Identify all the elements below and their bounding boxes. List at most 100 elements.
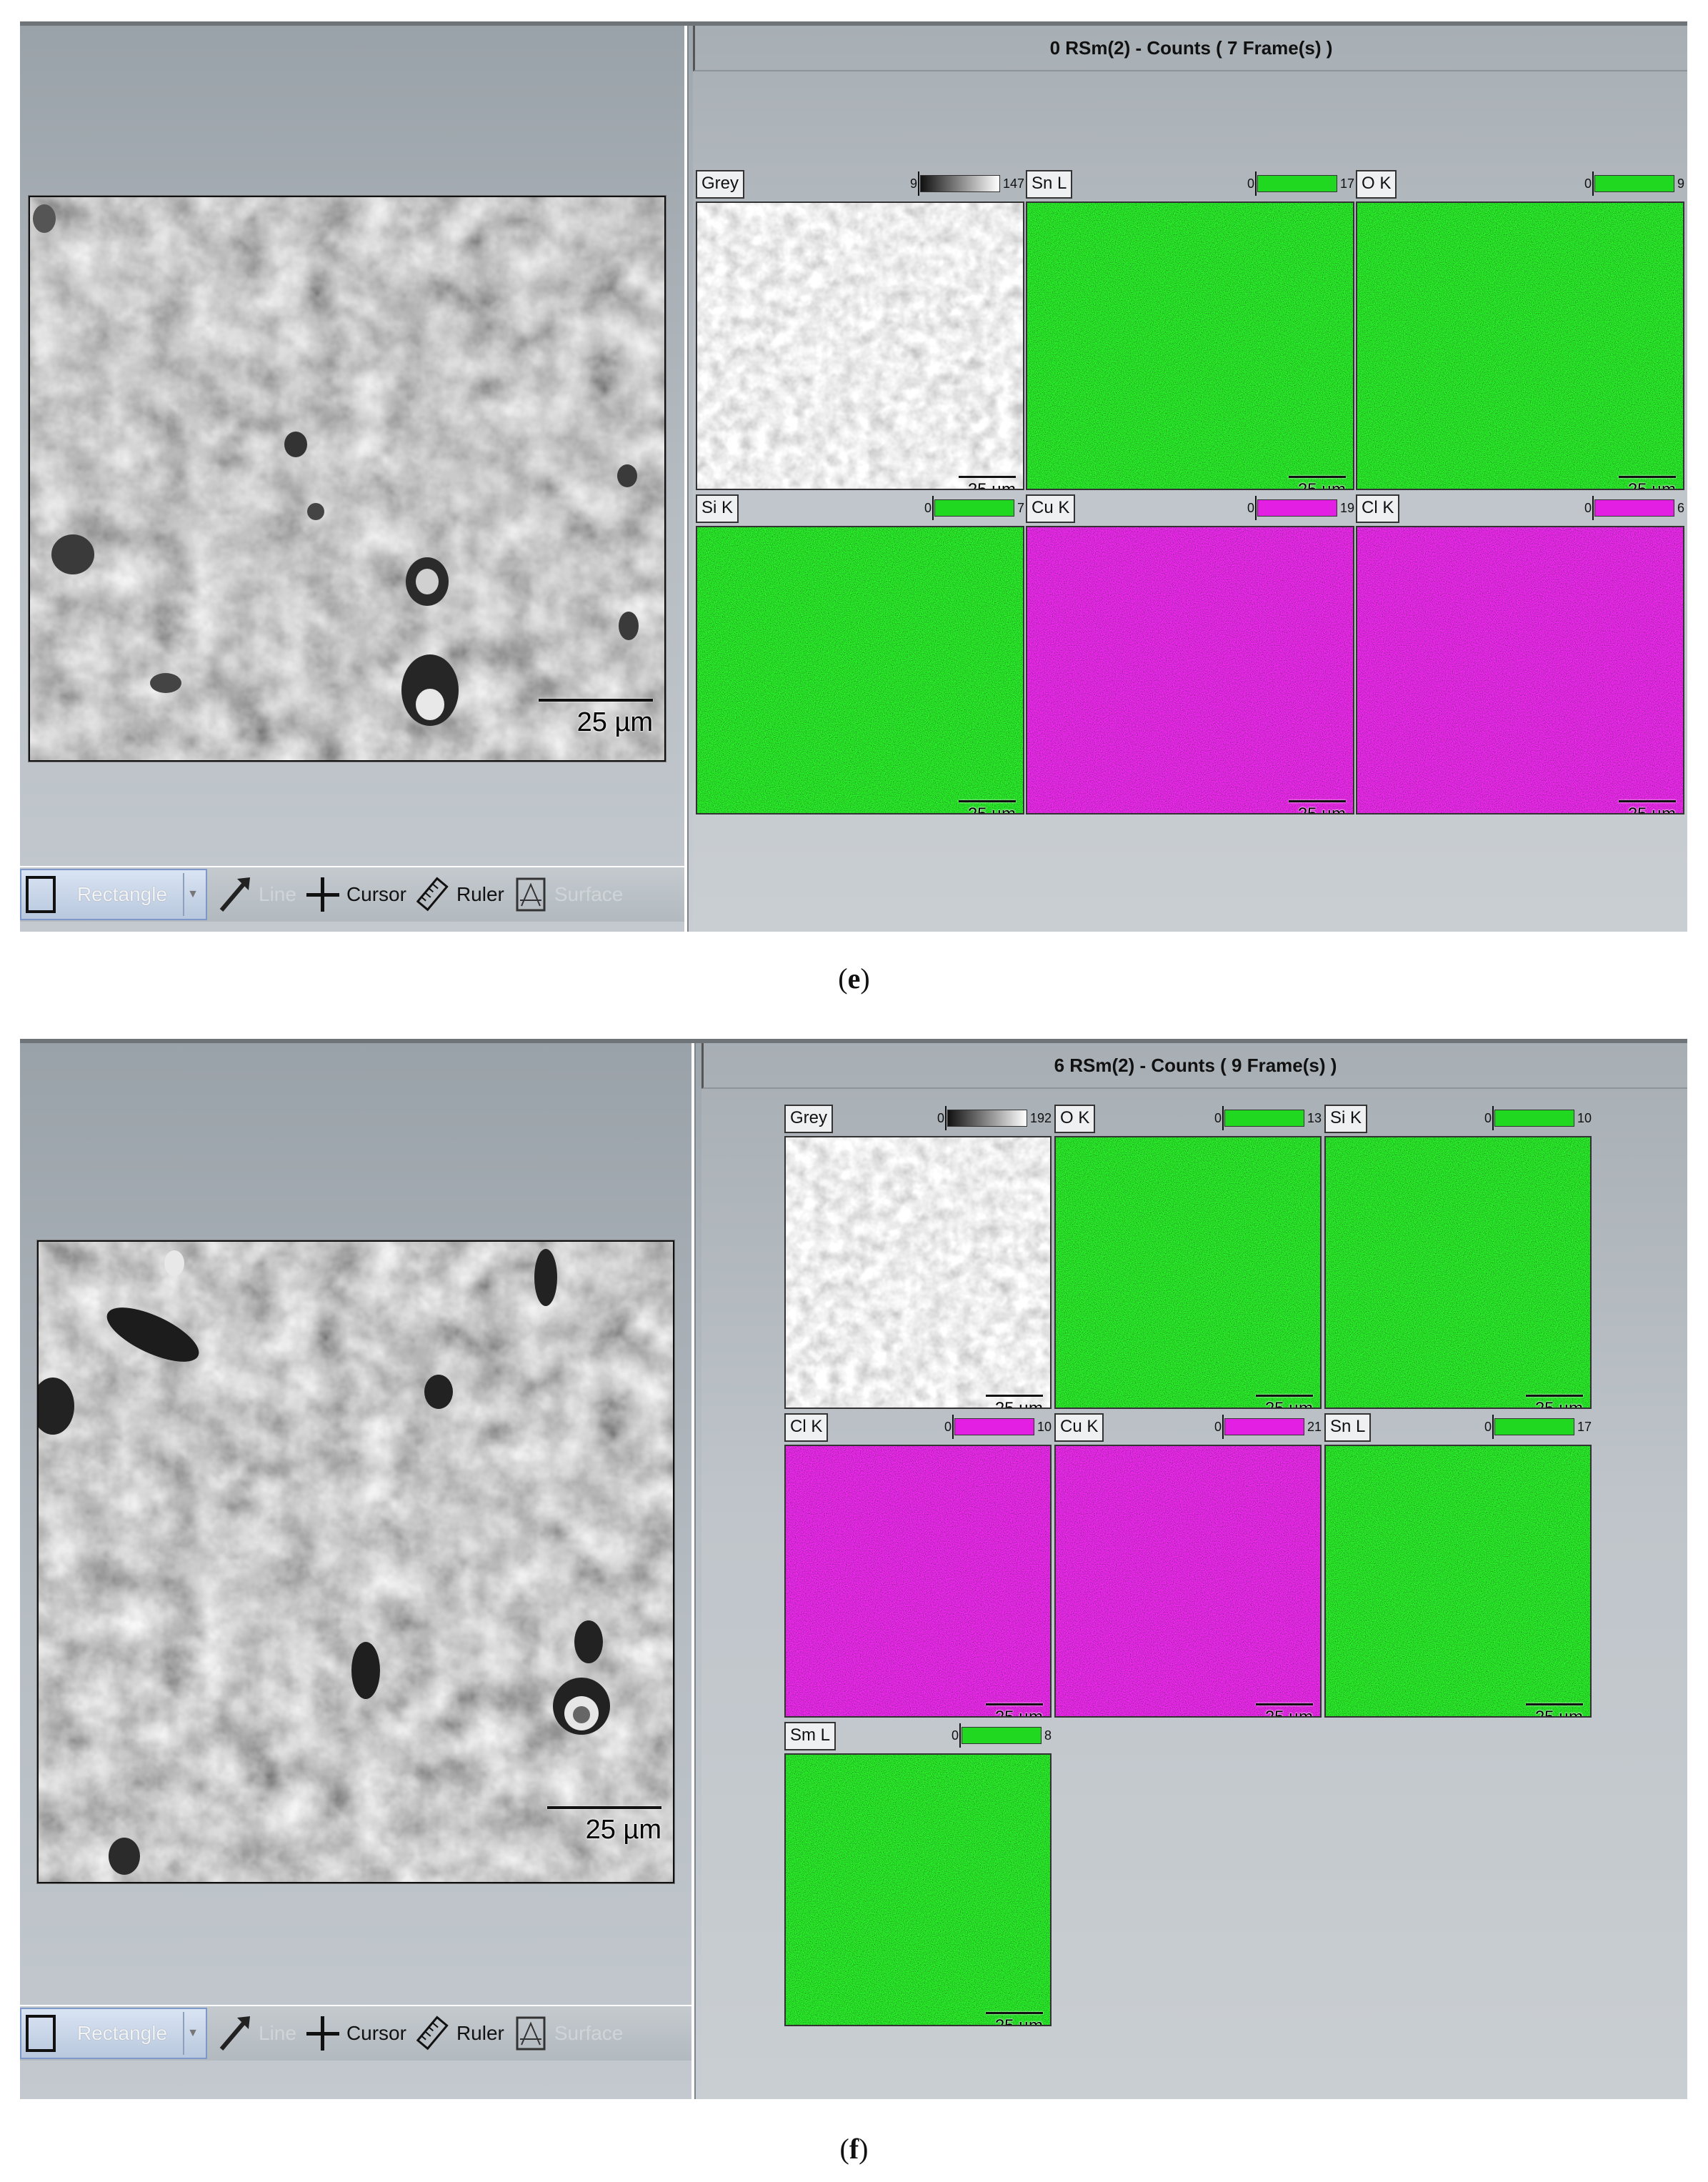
map-image: 25 µm (1356, 201, 1684, 490)
toolbar-e: Rectangle ▼ Line Cursor Ruler Surface (20, 866, 684, 922)
map-pane-e: 0 RSm(2) - Counts ( 7 Frame(s) ) Grey 9 … (693, 26, 1687, 932)
range-max: 8 (1044, 1728, 1052, 1743)
surface-label: Surface (554, 883, 624, 905)
line-arrow-icon (219, 877, 250, 912)
line-arrow-icon (219, 2016, 250, 2051)
map-label: Grey (696, 170, 745, 199)
element-map-sn-l[interactable]: Sn L 0 17 25 µm (1026, 170, 1354, 490)
map-label: Sn L (1324, 1413, 1372, 1442)
rectangle-tool-button[interactable]: Rectangle ▼ (20, 2008, 207, 2059)
color-scale-bar (1592, 496, 1674, 520)
sem-image-f: 25 µm (31, 1240, 674, 1883)
surface-label: Surface (554, 2022, 624, 2044)
sem-micrograph (30, 197, 664, 760)
surface-icon (516, 877, 546, 912)
range-min: 0 (944, 1419, 952, 1434)
surface-tool-button[interactable]: Surface (514, 2013, 624, 2053)
map-image: 25 µm (1324, 1445, 1592, 1718)
ruler-label: Ruler (456, 883, 504, 905)
map-label: Sm L (784, 1722, 836, 1750)
ruler-tool-button[interactable]: Ruler (416, 875, 504, 915)
map-label: Cl K (784, 1413, 829, 1442)
map-label: O K (1356, 170, 1397, 199)
element-map-cl-k[interactable]: Cl K 0 6 25 µm (1356, 494, 1684, 814)
element-map-o-k[interactable]: O K 0 13 25 µm (1054, 1105, 1322, 1409)
sem-view-pane-f: 25 µm Rectangle ▼ Line Cursor Ruler Surf… (20, 1043, 694, 2099)
element-map-grey[interactable]: Grey 0 192 25 µm (784, 1105, 1052, 1409)
line-tool-button[interactable]: Line (217, 875, 296, 915)
ruler-tool-button[interactable]: Ruler (416, 2013, 504, 2053)
color-scale-bar (1492, 1415, 1574, 1439)
map-image: 25 µm (1054, 1136, 1322, 1409)
caption-e: (e) (838, 962, 870, 995)
range-max: 9 (1677, 176, 1684, 191)
range-min: 0 (1247, 500, 1254, 515)
element-map-sn-l[interactable]: Sn L 0 17 25 µm (1324, 1413, 1592, 1718)
ruler-label: Ruler (456, 2022, 504, 2044)
cursor-label: Cursor (346, 883, 406, 905)
chevron-down-icon[interactable]: ▼ (183, 2012, 201, 2055)
color-scale-bar (959, 1723, 1042, 1748)
color-scale-bar (1492, 1106, 1574, 1130)
surface-tool-button[interactable]: Surface (514, 875, 624, 915)
color-scale-bar (1222, 1415, 1304, 1439)
map-image: 25 µm (696, 526, 1024, 814)
sem-image: 25 µm (29, 196, 666, 762)
map-label: Si K (696, 494, 739, 523)
color-range: 0 9 (1584, 171, 1684, 196)
cursor-label: Cursor (346, 2022, 406, 2044)
range-max: 192 (1029, 1110, 1052, 1125)
color-scale-bar (917, 171, 1000, 196)
window-f: 25 µm Rectangle ▼ Line Cursor Ruler Surf… (20, 1039, 1687, 2099)
map-label: Si K (1324, 1105, 1368, 1133)
range-min: 0 (951, 1728, 959, 1743)
range-max: 13 (1307, 1110, 1322, 1125)
window-e: 25 µm Rectangle ▼ Line Cursor Ruler Surf… (20, 21, 1687, 932)
cursor-tool-button[interactable]: Cursor (306, 875, 406, 915)
chevron-down-icon[interactable]: ▼ (183, 873, 201, 916)
element-map-cu-k[interactable]: Cu K 0 19 25 µm (1026, 494, 1354, 814)
range-max: 21 (1307, 1419, 1322, 1434)
cursor-tool-button[interactable]: Cursor (306, 2013, 406, 2053)
map-label: Sn L (1026, 170, 1073, 199)
range-max: 7 (1017, 500, 1024, 515)
ruler-icon (416, 877, 449, 912)
rectangle-label: Rectangle (76, 2022, 168, 2044)
element-map-si-k[interactable]: Si K 0 10 25 µm (1324, 1105, 1592, 1409)
map-pane-f: 6 RSm(2) - Counts ( 9 Frame(s) ) Grey 0 … (701, 1043, 1687, 2099)
map-image: 25 µm (696, 201, 1024, 490)
color-range: 0 7 (924, 496, 1024, 520)
element-map-cl-k[interactable]: Cl K 0 10 25 µm (784, 1413, 1052, 1718)
map-image: 25 µm (1054, 1445, 1322, 1718)
range-min: 0 (1584, 176, 1592, 191)
surface-icon (516, 2016, 546, 2051)
rectangle-label: Rectangle (76, 883, 168, 905)
color-scale-bar (1254, 496, 1337, 520)
element-map-cu-k[interactable]: Cu K 0 21 25 µm (1054, 1413, 1322, 1718)
color-scale-bar (952, 1415, 1034, 1439)
range-max: 17 (1339, 176, 1354, 191)
range-min: 9 (909, 176, 917, 191)
element-map-grey[interactable]: Grey 9 147 25 µm (696, 170, 1024, 490)
range-max: 19 (1339, 500, 1354, 515)
color-scale-bar (1592, 171, 1674, 196)
range-max: 10 (1037, 1419, 1052, 1434)
range-min: 0 (1484, 1419, 1492, 1434)
map-header: 6 RSm(2) - Counts ( 9 Frame(s) ) (701, 1043, 1687, 1089)
map-label: O K (1054, 1105, 1096, 1133)
element-map-si-k[interactable]: Si K 0 7 25 µm (696, 494, 1024, 814)
rectangle-tool-button[interactable]: Rectangle ▼ (20, 869, 207, 920)
color-range: 0 10 (1484, 1106, 1592, 1130)
element-map-sm-l[interactable]: Sm L 0 8 25 µm (784, 1722, 1052, 2026)
map-label: Cl K (1356, 494, 1400, 523)
range-max: 147 (1002, 176, 1024, 191)
range-min: 0 (937, 1110, 944, 1125)
range-min: 0 (1247, 176, 1254, 191)
element-map-o-k[interactable]: O K 0 9 25 µm (1356, 170, 1684, 490)
line-tool-button[interactable]: Line (217, 2013, 296, 2053)
map-image: 25 µm (1026, 201, 1354, 490)
color-range: 0 6 (1584, 496, 1684, 520)
color-range: 0 8 (951, 1723, 1052, 1748)
rectangle-icon (26, 2015, 56, 2052)
map-image: 25 µm (1026, 526, 1354, 814)
